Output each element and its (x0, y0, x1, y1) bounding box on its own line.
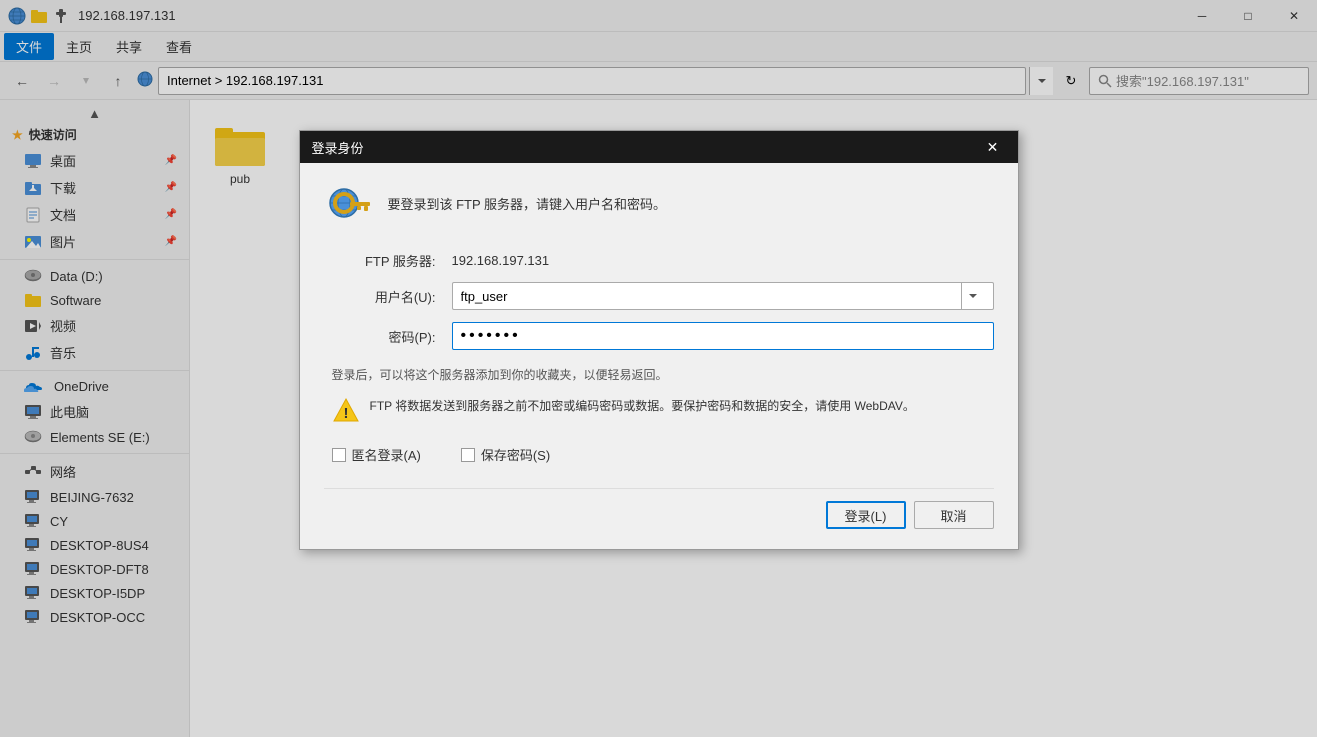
dialog-form: FTP 服务器: 192.168.197.131 用户名(U): 密码(P): (324, 251, 994, 350)
dialog-checkboxes: 匿名登录(A) 保存密码(S) (324, 445, 994, 464)
save-password-label: 保存密码(S) (481, 445, 550, 464)
password-label: 密码(P): (324, 327, 444, 346)
warning-icon: ! (332, 397, 360, 425)
password-input[interactable] (452, 322, 994, 350)
username-label: 用户名(U): (324, 287, 444, 306)
dialog-content: 要登录到该 FTP 服务器，请键入用户名和密码。 FTP 服务器: 192.16… (300, 163, 1018, 549)
dialog-warning: ! FTP 将数据发送到服务器之前不加密或编码密码或数据。要保护密码和数据的安全… (324, 397, 994, 425)
dialog-buttons: 登录(L) 取消 (324, 488, 994, 529)
login-button[interactable]: 登录(L) (826, 501, 906, 529)
login-dialog: 登录身份 ✕ (299, 130, 1019, 550)
dialog-overlay: 登录身份 ✕ (0, 0, 1317, 737)
dialog-warning-text: FTP 将数据发送到服务器之前不加密或编码密码或数据。要保护密码和数据的安全，请… (370, 397, 915, 415)
dialog-close-button[interactable]: ✕ (980, 134, 1006, 160)
username-dropdown[interactable] (961, 283, 985, 309)
dialog-notice: 登录后，可以将这个服务器添加到你的收藏夹，以便轻易返回。 (324, 366, 994, 383)
username-input[interactable] (452, 282, 994, 310)
dialog-title-bar: 登录身份 ✕ (300, 131, 1018, 163)
anonymous-login-label: 匿名登录(A) (352, 445, 421, 464)
key-icon (324, 183, 372, 231)
save-password-checkbox-box[interactable] (461, 448, 475, 462)
dialog-header: 要登录到该 FTP 服务器，请键入用户名和密码。 (324, 183, 994, 231)
cancel-button[interactable]: 取消 (914, 501, 994, 529)
dialog-notice-text: 登录后，可以将这个服务器添加到你的收藏夹，以便轻易返回。 (332, 368, 668, 382)
anonymous-checkbox-box[interactable] (332, 448, 346, 462)
dialog-header-text: 要登录到该 FTP 服务器，请键入用户名和密码。 (388, 183, 667, 215)
anonymous-login-checkbox[interactable]: 匿名登录(A) (332, 445, 421, 464)
ftp-server-value: 192.168.197.131 (452, 253, 994, 268)
svg-text:!: ! (343, 405, 348, 422)
dialog-title: 登录身份 (312, 138, 364, 157)
ftp-server-label: FTP 服务器: (324, 251, 444, 270)
password-field[interactable] (461, 327, 985, 345)
username-field[interactable] (461, 289, 961, 304)
save-password-checkbox[interactable]: 保存密码(S) (461, 445, 550, 464)
